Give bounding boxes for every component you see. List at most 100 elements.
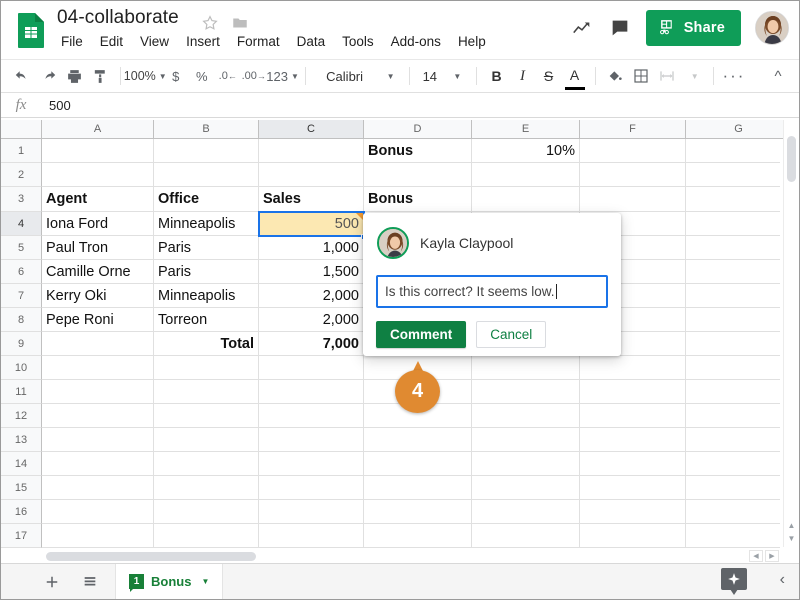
cell-A11[interactable] xyxy=(42,380,154,404)
cell-D17[interactable] xyxy=(364,524,472,548)
cell-G13[interactable] xyxy=(686,428,780,452)
scroll-up-button[interactable]: ▲ xyxy=(786,520,797,531)
font-family-chevron-down-icon[interactable]: ▼ xyxy=(376,63,402,89)
cell-E14[interactable] xyxy=(472,452,580,476)
row-header-3[interactable]: 3 xyxy=(1,187,42,212)
menu-data[interactable]: Data xyxy=(297,34,326,49)
menu-help[interactable]: Help xyxy=(458,34,486,49)
cell-G3[interactable] xyxy=(686,187,780,212)
row-header-17[interactable]: 17 xyxy=(1,524,42,548)
cell-F15[interactable] xyxy=(580,476,686,500)
cell-F12[interactable] xyxy=(580,404,686,428)
cell-E17[interactable] xyxy=(472,524,580,548)
cell-E12[interactable] xyxy=(472,404,580,428)
cell-F2[interactable] xyxy=(580,163,686,187)
row-header-13[interactable]: 13 xyxy=(1,428,42,452)
cell-G9[interactable] xyxy=(686,332,780,356)
cell-B10[interactable] xyxy=(154,356,259,380)
scroll-down-button[interactable]: ▼ xyxy=(786,533,797,544)
cell-C13[interactable] xyxy=(259,428,364,452)
cell-F13[interactable] xyxy=(580,428,686,452)
avatar[interactable] xyxy=(755,11,789,45)
cell-C8[interactable]: 2,000 xyxy=(259,308,364,332)
cell-F3[interactable] xyxy=(580,187,686,212)
cell-G14[interactable] xyxy=(686,452,780,476)
column-header-e[interactable]: E xyxy=(472,120,580,139)
cell-C1[interactable] xyxy=(259,139,364,163)
cell-B15[interactable] xyxy=(154,476,259,500)
cell-D3[interactable]: Bonus xyxy=(364,187,472,212)
more-options-icon[interactable]: ··· xyxy=(721,63,747,89)
number-format-selector[interactable]: 123 ▼ xyxy=(266,63,299,89)
cell-B13[interactable] xyxy=(154,428,259,452)
cell-A15[interactable] xyxy=(42,476,154,500)
cell-A2[interactable] xyxy=(42,163,154,187)
cell-A16[interactable] xyxy=(42,500,154,524)
cell-F16[interactable] xyxy=(580,500,686,524)
cell-C14[interactable] xyxy=(259,452,364,476)
cell-A4[interactable]: Iona Ford xyxy=(42,212,154,236)
row-header-6[interactable]: 6 xyxy=(1,260,42,284)
cell-E2[interactable] xyxy=(472,163,580,187)
row-header-14[interactable]: 14 xyxy=(1,452,42,476)
fill-color-icon[interactable] xyxy=(602,63,628,89)
cell-C12[interactable] xyxy=(259,404,364,428)
cell-B2[interactable] xyxy=(154,163,259,187)
column-header-c[interactable]: C xyxy=(259,120,364,139)
comment-marker-icon[interactable] xyxy=(356,213,363,220)
cell-B3[interactable]: Office xyxy=(154,187,259,212)
column-header-g[interactable]: G xyxy=(686,120,792,139)
strikethrough-button[interactable]: S xyxy=(536,63,562,89)
currency-format-button[interactable]: $ xyxy=(163,63,189,89)
menu-tools[interactable]: Tools xyxy=(342,34,374,49)
cell-C11[interactable] xyxy=(259,380,364,404)
row-header-12[interactable]: 12 xyxy=(1,404,42,428)
cell-A1[interactable] xyxy=(42,139,154,163)
cell-C5[interactable]: 1,000 xyxy=(259,236,364,260)
undo-icon[interactable] xyxy=(9,63,35,89)
menu-edit[interactable]: Edit xyxy=(100,34,123,49)
cell-E15[interactable] xyxy=(472,476,580,500)
cell-C10[interactable] xyxy=(259,356,364,380)
cell-C3[interactable]: Sales xyxy=(259,187,364,212)
share-button[interactable]: Share xyxy=(645,10,741,46)
cell-B16[interactable] xyxy=(154,500,259,524)
redo-icon[interactable] xyxy=(35,63,61,89)
chevron-down-icon[interactable]: ▼ xyxy=(201,577,209,586)
selected-cell-C4[interactable]: 500 xyxy=(258,211,365,237)
cell-G1[interactable] xyxy=(686,139,780,163)
cell-G7[interactable] xyxy=(686,284,780,308)
increase-decimal-button[interactable]: .00 → xyxy=(241,63,267,89)
cell-A14[interactable] xyxy=(42,452,154,476)
comment-cancel-button[interactable]: Cancel xyxy=(476,321,547,348)
menu-view[interactable]: View xyxy=(140,34,169,49)
row-header-15[interactable]: 15 xyxy=(1,476,42,500)
cell-E3[interactable] xyxy=(472,187,580,212)
cell-G12[interactable] xyxy=(686,404,780,428)
sheet-tab-bonus[interactable]: 1 Bonus ▼ xyxy=(115,563,224,599)
cell-B14[interactable] xyxy=(154,452,259,476)
cell-F17[interactable] xyxy=(580,524,686,548)
cell-A9[interactable] xyxy=(42,332,154,356)
comment-icon[interactable] xyxy=(608,16,632,40)
cell-A8[interactable]: Pepe Roni xyxy=(42,308,154,332)
cell-B5[interactable]: Paris xyxy=(154,236,259,260)
comment-submit-button[interactable]: Comment xyxy=(376,321,467,348)
cell-B1[interactable] xyxy=(154,139,259,163)
cell-B12[interactable] xyxy=(154,404,259,428)
cell-F1[interactable] xyxy=(580,139,686,163)
borders-icon[interactable] xyxy=(628,63,654,89)
cell-E1[interactable]: 10% xyxy=(472,139,580,163)
cell-B11[interactable] xyxy=(154,380,259,404)
cell-C7[interactable]: 2,000 xyxy=(259,284,364,308)
cell-G16[interactable] xyxy=(686,500,780,524)
cell-F11[interactable] xyxy=(580,380,686,404)
cell-F10[interactable] xyxy=(580,356,686,380)
explore-icon[interactable] xyxy=(721,568,747,595)
menu-addons[interactable]: Add-ons xyxy=(391,34,441,49)
cell-C2[interactable] xyxy=(259,163,364,187)
vertical-scrollbar[interactable]: ▲ ▼ xyxy=(783,120,798,547)
font-size-chevron-down-icon[interactable]: ▼ xyxy=(443,63,469,89)
cell-D2[interactable] xyxy=(364,163,472,187)
font-size-selector[interactable]: 14 xyxy=(417,63,443,89)
